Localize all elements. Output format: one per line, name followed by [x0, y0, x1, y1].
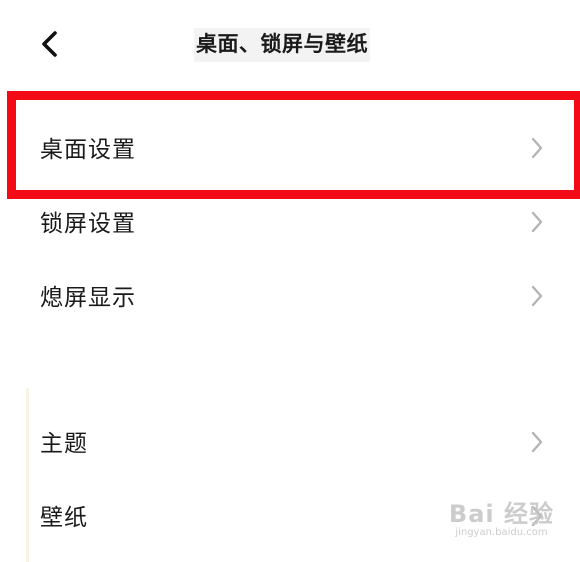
menu-item-lockscreen-settings[interactable]: 锁屏设置	[0, 186, 580, 256]
menu-item-label: 壁纸	[40, 505, 88, 531]
watermark-url: jingyan.baidu.com	[455, 527, 548, 538]
chevron-left-icon	[42, 31, 57, 57]
watermark-logo: Bai 经验	[448, 500, 554, 528]
menu-item-theme[interactable]: 主题	[0, 406, 580, 476]
menu-item-label: 主题	[40, 431, 88, 457]
menu-item-label: 桌面设置	[40, 137, 136, 163]
app-header: 桌面、锁屏与壁纸	[0, 0, 580, 90]
watermark: Bai 经验 jingyan.baidu.com	[449, 494, 554, 538]
menu-item-always-on-display[interactable]: 熄屏显示	[0, 260, 580, 330]
page-title: 桌面、锁屏与壁纸	[194, 28, 370, 62]
menu-item-label: 熄屏显示	[40, 285, 136, 311]
chevron-right-icon	[531, 211, 543, 233]
chevron-right-icon	[531, 285, 543, 307]
back-button[interactable]	[30, 24, 70, 64]
menu-item-label: 锁屏设置	[40, 211, 136, 237]
chevron-right-icon	[531, 431, 543, 453]
menu-item-desktop-settings[interactable]: 桌面设置	[0, 112, 580, 182]
chevron-right-icon	[531, 137, 543, 159]
